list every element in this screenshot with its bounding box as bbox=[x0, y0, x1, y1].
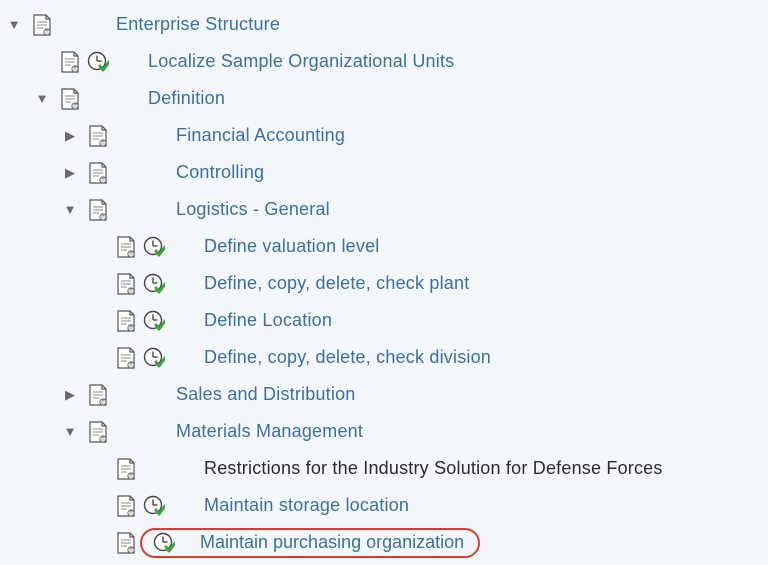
tree-label: Materials Management bbox=[176, 421, 363, 442]
tree-label: Financial Accounting bbox=[176, 125, 345, 146]
activity-icon bbox=[140, 495, 168, 517]
img-tree: ▼ Enterprise Structure Localize Sample O… bbox=[0, 0, 768, 565]
collapse-icon[interactable]: ▼ bbox=[64, 424, 77, 439]
tree-label: Define, copy, delete, check division bbox=[204, 347, 491, 368]
document-icon bbox=[112, 310, 140, 332]
tree-label: Restrictions for the Industry Solution f… bbox=[204, 458, 663, 479]
tree-row-sales-distribution[interactable]: ▶ Sales and Distribution bbox=[0, 376, 768, 413]
tree-label: Logistics - General bbox=[176, 199, 330, 220]
document-icon bbox=[28, 14, 56, 36]
document-icon bbox=[112, 495, 140, 517]
activity-icon bbox=[150, 532, 178, 554]
tree-row-definition[interactable]: ▼ Definition bbox=[0, 80, 768, 117]
tree-row-enterprise-structure[interactable]: ▼ Enterprise Structure bbox=[0, 6, 768, 43]
tree-label: Define, copy, delete, check plant bbox=[204, 273, 469, 294]
tree-row-controlling[interactable]: ▶ Controlling bbox=[0, 154, 768, 191]
tree-label: Controlling bbox=[176, 162, 264, 183]
activity-icon bbox=[84, 51, 112, 73]
tree-row-materials-management[interactable]: ▼ Materials Management bbox=[0, 413, 768, 450]
document-icon bbox=[112, 532, 140, 554]
tree-label: Enterprise Structure bbox=[116, 14, 280, 35]
document-icon bbox=[112, 347, 140, 369]
tree-row-maintain-purchasing-org[interactable]: Maintain purchasing organization bbox=[0, 524, 768, 561]
document-icon bbox=[56, 51, 84, 73]
tree-label: Maintain storage location bbox=[204, 495, 409, 516]
document-icon bbox=[84, 199, 112, 221]
highlight-circle: Maintain purchasing organization bbox=[140, 528, 480, 558]
tree-row-logistics-general[interactable]: ▼ Logistics - General bbox=[0, 191, 768, 228]
collapse-icon[interactable]: ▼ bbox=[36, 91, 49, 106]
collapse-icon[interactable]: ▼ bbox=[64, 202, 77, 217]
tree-label: Definition bbox=[148, 88, 225, 109]
tree-row-define-division[interactable]: Define, copy, delete, check division bbox=[0, 339, 768, 376]
expand-icon[interactable]: ▶ bbox=[65, 165, 75, 181]
tree-row-define-valuation-level[interactable]: Define valuation level bbox=[0, 228, 768, 265]
collapse-icon[interactable]: ▼ bbox=[8, 17, 21, 32]
tree-row-define-location[interactable]: Define Location bbox=[0, 302, 768, 339]
document-icon bbox=[112, 236, 140, 258]
expand-icon[interactable]: ▶ bbox=[65, 387, 75, 403]
activity-icon bbox=[140, 236, 168, 258]
tree-label: Localize Sample Organizational Units bbox=[148, 51, 454, 72]
tree-label: Define Location bbox=[204, 310, 332, 331]
tree-row-define-plant[interactable]: Define, copy, delete, check plant bbox=[0, 265, 768, 302]
expand-icon[interactable]: ▶ bbox=[65, 128, 75, 144]
tree-row-financial-accounting[interactable]: ▶ Financial Accounting bbox=[0, 117, 768, 154]
tree-label: Sales and Distribution bbox=[176, 384, 356, 405]
tree-row-maintain-storage-location[interactable]: Maintain storage location bbox=[0, 487, 768, 524]
document-icon bbox=[84, 421, 112, 443]
document-icon bbox=[112, 458, 140, 480]
activity-icon bbox=[140, 310, 168, 332]
tree-row-restrictions-defense[interactable]: Restrictions for the Industry Solution f… bbox=[0, 450, 768, 487]
tree-label: Maintain purchasing organization bbox=[200, 532, 464, 553]
document-icon bbox=[112, 273, 140, 295]
tree-label: Define valuation level bbox=[204, 236, 380, 257]
document-icon bbox=[84, 384, 112, 406]
document-icon bbox=[84, 125, 112, 147]
document-icon bbox=[56, 88, 84, 110]
tree-row-localize-sample[interactable]: Localize Sample Organizational Units bbox=[0, 43, 768, 80]
document-icon bbox=[84, 162, 112, 184]
activity-icon bbox=[140, 347, 168, 369]
activity-icon bbox=[140, 273, 168, 295]
